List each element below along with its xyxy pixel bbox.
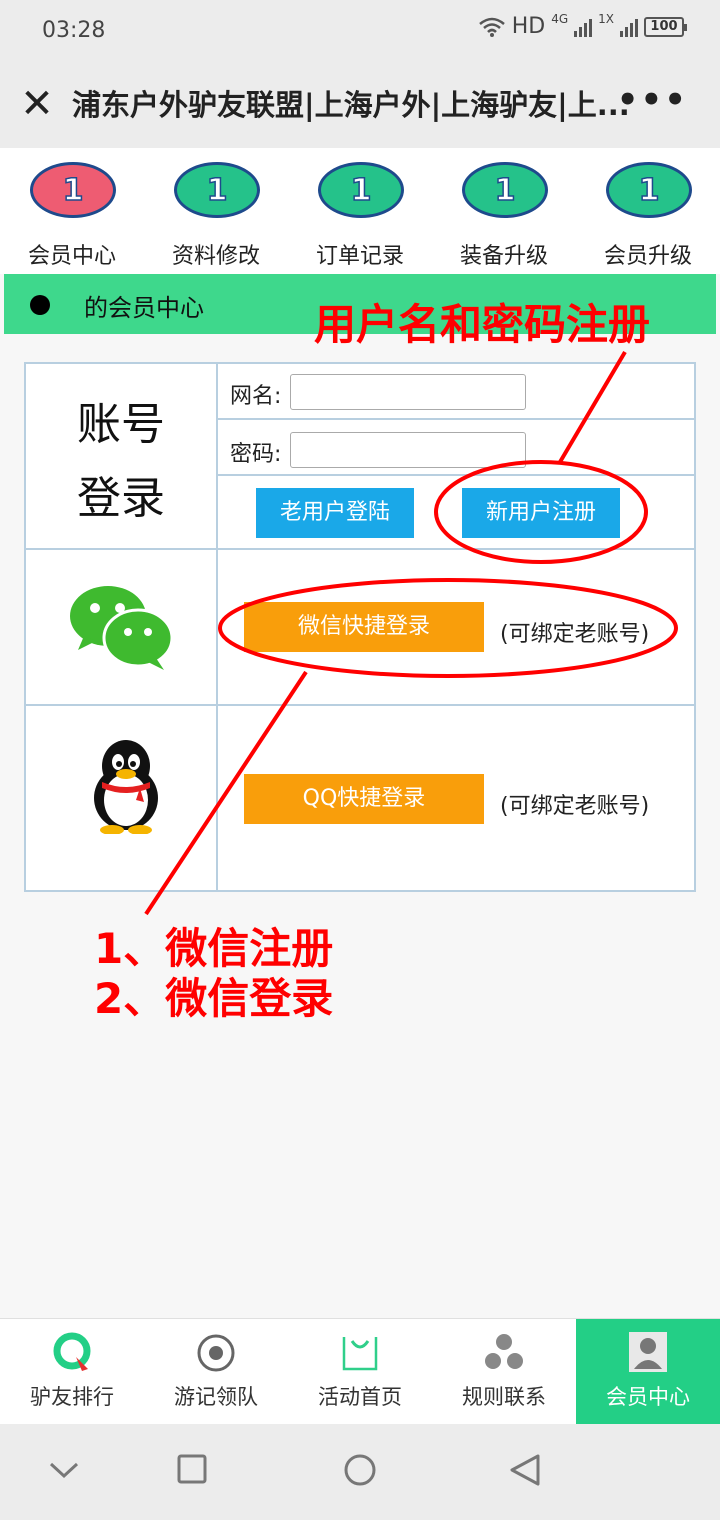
chevron-down-icon[interactable] <box>48 1452 80 1488</box>
tab-rules-contact[interactable]: 规则联系 <box>432 1319 576 1425</box>
tab-label: 驴友排行 <box>30 1385 114 1409</box>
home-smile-icon <box>342 1337 378 1371</box>
tab-label: 游记领队 <box>174 1385 258 1409</box>
system-nav-bar <box>0 1424 720 1520</box>
annotation-wechat: 1、微信注册 2、微信登录 <box>94 924 334 1023</box>
home-icon[interactable] <box>342 1452 378 1488</box>
recent-apps-icon[interactable] <box>176 1452 208 1488</box>
tab-member-center[interactable]: 会员中心 <box>576 1319 720 1425</box>
tab-label: 规则联系 <box>462 1385 546 1409</box>
tab-ranking[interactable]: 驴友排行 <box>0 1319 144 1425</box>
bottom-tab-bar: 驴友排行 游记领队 活动首页 规则联系 会员中心 <box>0 1318 720 1425</box>
dots-cluster-icon <box>485 1334 523 1369</box>
ranking-icon <box>53 1332 91 1371</box>
tab-activity-home[interactable]: 活动首页 <box>288 1319 432 1425</box>
tab-travel-notes[interactable]: 游记领队 <box>144 1319 288 1425</box>
target-icon <box>197 1334 235 1372</box>
tab-label: 活动首页 <box>318 1385 402 1409</box>
tab-label: 会员中心 <box>606 1385 690 1409</box>
back-icon[interactable] <box>508 1452 542 1488</box>
user-icon <box>629 1332 667 1372</box>
